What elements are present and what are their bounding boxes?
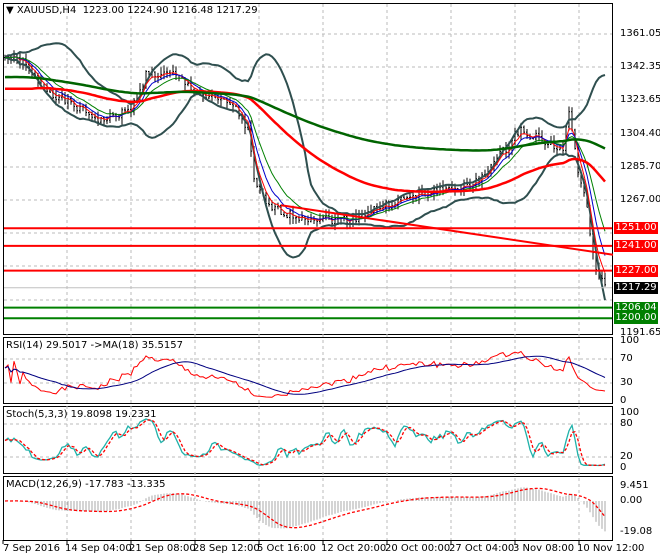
ohlc-values: 1223.00 1224.90 1216.48 1217.29 [82,5,258,16]
macd-axis-label: -19.08 [620,525,653,537]
level-tag: 1251.00 [614,222,658,235]
current-price-tag: 1217.29 [614,281,658,294]
time-axis-label: 27 Oct 04:00 [449,543,515,554]
rsi-title: RSI(14) 29.5017 ->MA(18) 35.5157 [6,340,183,351]
price-axis-label: 1267.00 [620,193,660,205]
rsi-axis-label: 30 [620,377,633,388]
chart-canvas [2,4,614,544]
level-tag: 1200.00 [614,312,658,325]
macd-axis-label: 0.00 [620,495,643,506]
time-axis-label: 3 Nov 08:00 [513,543,575,554]
symbol: XAUUSD,H4 [16,5,77,16]
time-axis-label: 10 Nov 12:00 [577,543,645,554]
macd-title: MACD(12,26,9) -17.783 -13.335 [6,479,166,490]
stoch-axis-label: 0 [620,462,627,473]
trendline [280,204,614,256]
rsi-axis-label: 0 [620,395,627,406]
rsi-axis-label: 70 [620,353,633,364]
time-axis-label: 7 Sep 2016 [3,543,61,554]
time-axis-label: 21 Sep 08:00 [129,543,196,554]
time-axis-label: 5 Oct 16:00 [257,543,316,554]
time-axis-label: 12 Oct 20:00 [321,543,387,554]
level-tag: 1227.00 [614,264,658,277]
stoch-axis-label: 100 [620,407,640,418]
price-axis-label: 1361.05 [620,28,660,39]
time-axis-label: 20 Oct 00:00 [385,543,451,554]
macd-axis-label: 9.451 [620,479,649,491]
price-axis-label: 1323.65 [620,94,660,105]
stoch-title: Stoch(5,3,3) 19.8098 19.2331 [6,409,157,420]
level-tag: 1241.00 [614,239,658,252]
price-axis-label: 1342.35 [620,61,660,72]
rsi-axis-label: 100 [620,335,640,346]
time-axis-label: 28 Sep 12:00 [193,543,260,554]
mt4-chart-window: ▼ XAUUSD,H4 1223.00 1224.90 1216.48 1217… [0,0,660,560]
stoch-axis-label: 20 [620,451,633,462]
time-axis-label: 14 Sep 04:00 [65,543,132,554]
price-axis-label: 1304.40 [620,127,660,139]
chart-title: ▼ XAUUSD,H4 1223.00 1224.90 1216.48 1217… [6,5,258,16]
stoch-axis-label: 80 [620,418,633,429]
price-axis-label: 1285.70 [620,160,660,172]
